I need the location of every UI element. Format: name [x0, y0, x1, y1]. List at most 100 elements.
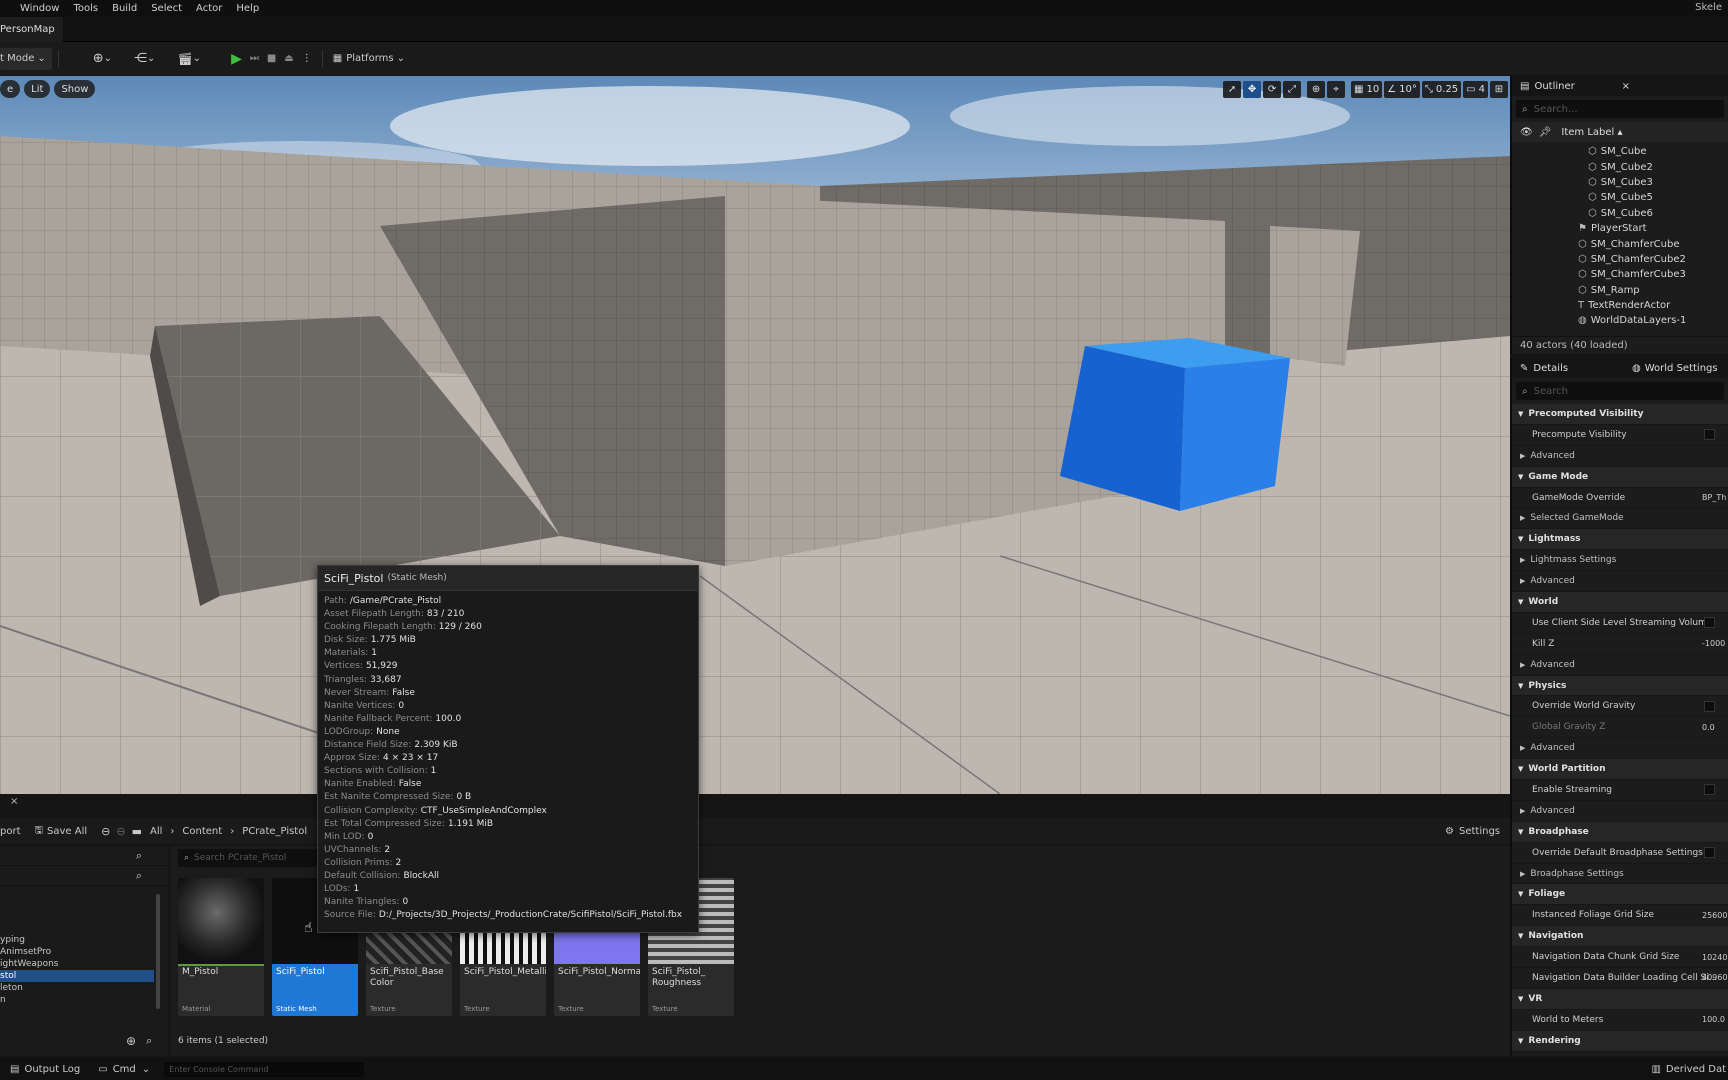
details-category[interactable]: ▼ VR — [1512, 988, 1728, 1010]
import-button[interactable]: port — [0, 826, 21, 837]
details-subsection[interactable]: ▶ Selected GameMode — [1512, 508, 1728, 530]
search-icon[interactable]: ⌕ — [146, 1034, 152, 1048]
folder-item[interactable]: yping — [0, 934, 154, 946]
details-subsection[interactable]: ▶ Advanced — [1512, 571, 1728, 593]
checkbox[interactable] — [1704, 617, 1715, 629]
outliner-item-sm-cube5[interactable]: ⬡ SM_Cube5 — [1512, 190, 1728, 205]
checkbox[interactable] — [1704, 700, 1715, 712]
outliner-item-sm-cube3[interactable]: ⬡ SM_Cube3 — [1512, 175, 1728, 190]
details-category[interactable]: ▼ World — [1512, 592, 1728, 613]
platforms-button[interactable]: ▦ Platforms ⌄ — [329, 48, 409, 70]
details-category[interactable]: ▼ Navigation — [1512, 926, 1728, 948]
outliner-item-sm-ramp[interactable]: ⬡ SM_Ramp — [1512, 283, 1728, 298]
menu-actor[interactable]: Actor — [196, 3, 222, 14]
details-subsection[interactable]: ▶ Advanced — [1512, 801, 1728, 822]
step-button[interactable]: ⏭︎ — [246, 48, 263, 70]
menu-tools[interactable]: Tools — [73, 3, 98, 14]
outliner-tab[interactable]: ▤ Outliner × — [1512, 76, 1728, 96]
folder-search[interactable]: ⌕ — [0, 866, 168, 886]
save-all-button[interactable]: 🖫︎ Save All — [35, 823, 88, 840]
details-property[interactable]: World to Meters 100.0 — [1512, 1010, 1728, 1031]
close-icon[interactable]: × — [10, 796, 18, 807]
outliner-item-sm-cube[interactable]: ⬡ SM_Cube — [1512, 144, 1728, 159]
folder-item[interactable]: leton — [0, 982, 154, 994]
menu-select[interactable]: Select — [151, 3, 182, 14]
details-category[interactable]: ▼ Physics — [1512, 675, 1728, 697]
details-property[interactable]: Global Gravity Z 0.0 — [1512, 717, 1728, 739]
outliner-item-worlddatalayers[interactable]: ◍ WorldDataLayers-1 — [1512, 313, 1728, 328]
details-property[interactable]: Override World Gravity — [1512, 696, 1728, 718]
lit-button[interactable]: Lit — [24, 80, 51, 98]
details-value[interactable]: 0.0 — [1702, 723, 1715, 732]
show-button[interactable]: Show — [54, 80, 96, 98]
details-subsection[interactable]: ▶ Lightmass Settings — [1512, 550, 1728, 572]
menu-help[interactable]: Help — [236, 3, 259, 14]
details-property[interactable]: Kill Z -1000 — [1512, 634, 1728, 655]
rotate-tool-icon[interactable]: ⟳ — [1263, 81, 1282, 98]
outliner-search-input[interactable]: ⌕ Search... — [1516, 100, 1724, 118]
details-property[interactable]: Override Default Broadphase Settings — [1512, 843, 1728, 864]
details-value[interactable]: 25600 — [1702, 911, 1727, 920]
close-icon[interactable]: × — [1622, 81, 1630, 92]
details-subsection[interactable]: ▶ Broadphase Settings — [1512, 864, 1728, 885]
breadcrumb-pcrate-pistol[interactable]: PCrate_Pistol — [242, 826, 307, 837]
outliner-item-sm-cube6[interactable]: ⬡ SM_Cube6 — [1512, 206, 1728, 221]
checkbox[interactable] — [1704, 784, 1715, 796]
tab-details[interactable]: ✎ Details — [1512, 363, 1632, 374]
breadcrumb-all[interactable]: All — [150, 826, 162, 837]
folder-item-selected[interactable]: stol — [0, 970, 154, 982]
derived-data-button[interactable]: ▥ Derived Dat — [1651, 1064, 1726, 1075]
eject-button[interactable]: ⏏︎ — [280, 48, 297, 70]
details-property[interactable]: Navigation Data Builder Loading Cell Si.… — [1512, 968, 1728, 989]
translate-tool-icon[interactable]: ✥ — [1243, 81, 1262, 98]
details-property[interactable]: Navigation Data Chunk Grid Size 10240 — [1512, 947, 1728, 969]
folder-item[interactable]: ightWeapons — [0, 958, 154, 970]
history-forward-icon[interactable]: ⊖ — [116, 825, 125, 838]
outliner-item-playerstart[interactable]: ⚑ PlayerStart — [1512, 221, 1728, 236]
breadcrumb-content[interactable]: Content — [182, 826, 222, 837]
details-value[interactable]: 10240 — [1702, 953, 1727, 962]
details-category[interactable]: ▼ Precomputed Visibility — [1512, 404, 1728, 425]
tab-world-settings[interactable]: ◍ World Settings — [1632, 363, 1718, 374]
folder-item[interactable]: n — [0, 994, 154, 1006]
details-property[interactable]: Precompute Visibility — [1512, 425, 1728, 446]
menu-window[interactable]: Window — [20, 3, 59, 14]
select-tool-icon[interactable]: ➚ — [1223, 81, 1242, 98]
checkbox[interactable] — [1704, 847, 1715, 859]
outliner-item-sm-chamfercube[interactable]: ⬡ SM_ChamferCube — [1512, 236, 1728, 251]
add-actor-button[interactable]: ⊕ ⌄ — [89, 48, 116, 70]
details-property[interactable]: Instanced Foliage Grid Size 25600 — [1512, 905, 1728, 927]
sources-search[interactable]: ⌕ — [0, 846, 168, 866]
mode-dropdown[interactable]: t Mode ⌄ — [0, 47, 52, 70]
details-property[interactable]: Use Client Side Level Streaming Volum... — [1512, 613, 1728, 634]
checkbox[interactable] — [1704, 429, 1715, 441]
scale-snap-button[interactable]: ⤡ 0.25 — [1421, 81, 1462, 98]
blueprint-button[interactable]: ⋲ ⌄ — [130, 48, 159, 70]
outliner-item-sm-cube2[interactable]: ⬡ SM_Cube2 — [1512, 159, 1728, 174]
console-input[interactable]: Enter Console Command — [164, 1061, 365, 1077]
history-back-icon[interactable]: ⊖ — [101, 825, 110, 838]
outliner-item-sm-chamfercube3[interactable]: ⬡ SM_ChamferCube3 — [1512, 267, 1728, 282]
details-value[interactable]: 100.0 — [1702, 1015, 1725, 1024]
details-search-input[interactable]: ⌕ Search — [1516, 382, 1724, 400]
details-value[interactable]: BP_Th — [1702, 493, 1726, 502]
details-subsection[interactable]: ▶ Advanced — [1512, 738, 1728, 760]
details-category[interactable]: ▼ Lightmass — [1512, 529, 1728, 551]
cmd-dropdown[interactable]: ▭ Cmd ⌄ — [98, 1064, 150, 1075]
add-folder-icon[interactable]: ⊕ — [126, 1034, 136, 1048]
outliner-item-sm-chamfercube2[interactable]: ⬡ SM_ChamferCube2 — [1512, 252, 1728, 267]
details-category[interactable]: ▼ Foliage — [1512, 884, 1728, 906]
settings-button[interactable]: ⚙ Settings — [1445, 826, 1500, 837]
folder-item[interactable]: AnimsetPro — [0, 946, 154, 958]
asset-search-input[interactable]: ⌕ Search PCrate_Pistol — [178, 849, 318, 867]
tree-scrollbar[interactable] — [156, 894, 160, 1009]
details-subsection[interactable]: ▶ Advanced — [1512, 446, 1728, 467]
perspective-button[interactable]: e — [0, 80, 21, 98]
camera-speed-button[interactable]: ▭ 4 — [1463, 81, 1488, 98]
stop-button[interactable]: ■ — [263, 48, 280, 70]
map-tab[interactable]: PersonMap — [0, 17, 63, 42]
rotation-snap-button[interactable]: ∠ 10° — [1384, 81, 1420, 98]
details-value[interactable]: 40960 — [1702, 973, 1727, 982]
menu-build[interactable]: Build — [112, 3, 137, 14]
details-category[interactable]: ▼ Broadphase — [1512, 821, 1728, 843]
